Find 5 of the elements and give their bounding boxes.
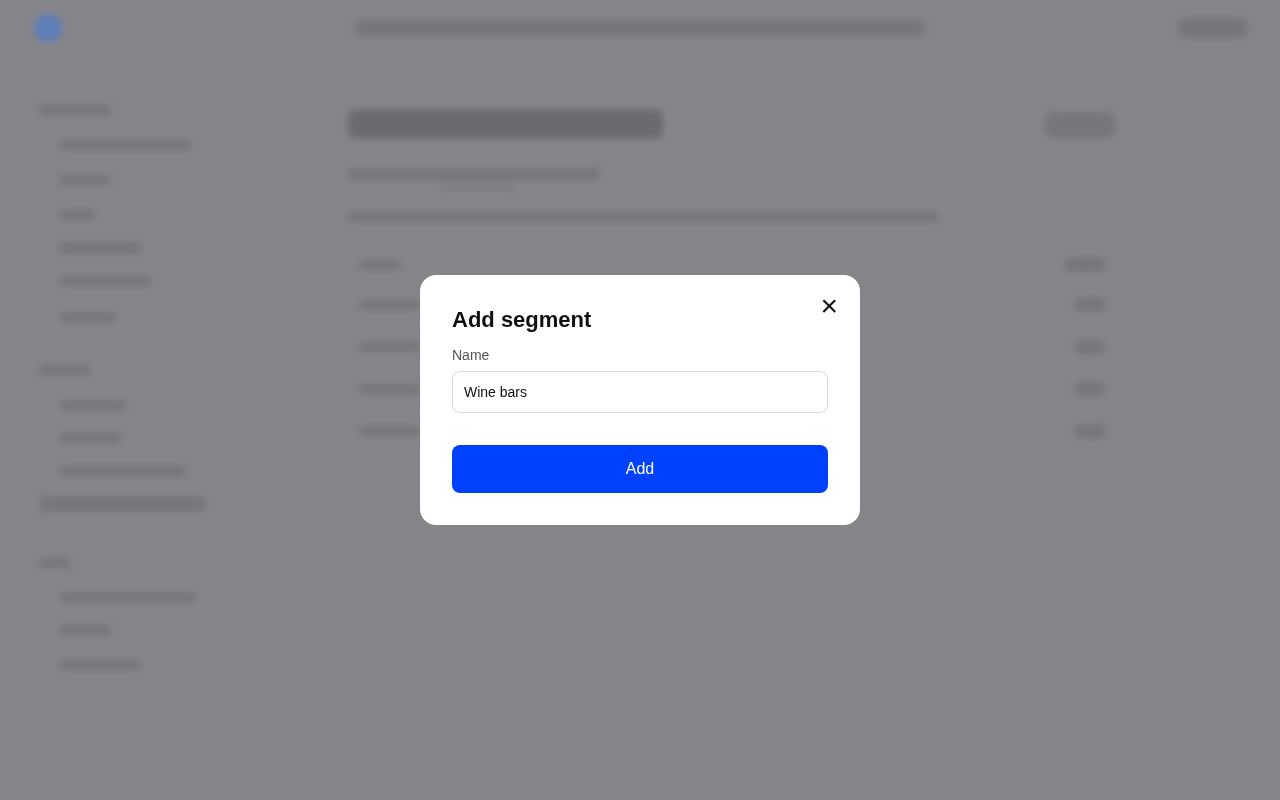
dialog-title: Add segment [452, 306, 593, 334]
field-label: Name [452, 346, 491, 366]
close-button[interactable]: × [816, 290, 842, 321]
name-input-field[interactable]: Wine bars [452, 371, 828, 414]
add-button[interactable]: Add [452, 445, 828, 494]
